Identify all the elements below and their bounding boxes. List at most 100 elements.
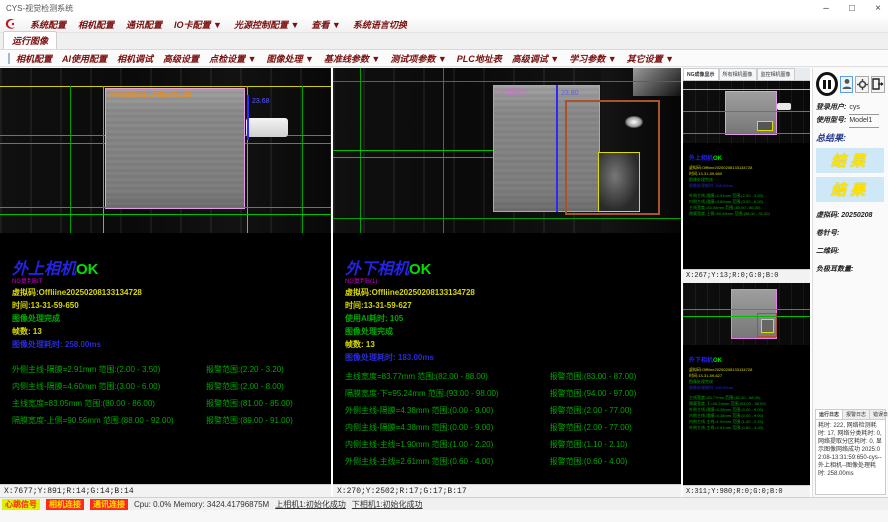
menu-io-card-config[interactable]: IO卡配置 ▼ <box>174 18 222 31</box>
app-logo-icon <box>4 17 18 31</box>
gear-icon <box>857 79 868 90</box>
measure-value: 外侧主线-主线=2.61mm 范围:(0.60 - 4.00) <box>689 425 806 431</box>
thumbnail-image <box>683 283 810 345</box>
maximize-button[interactable]: □ <box>846 3 858 14</box>
settings-button[interactable] <box>855 76 869 93</box>
info-side-panel: 登录用户: cys 使用型号: Model1 总结果: 结果 结果 虚拟码: 2… <box>812 68 888 497</box>
close-button[interactable]: × <box>872 3 884 14</box>
negative-tab-count-label: 负极耳数量: <box>816 264 885 274</box>
result-block-1: 结果 <box>816 148 884 173</box>
overlay-yellow-line <box>0 86 331 87</box>
thumbnail-result-text: 外下相机OK 虚拟码:Offliine20250208133134728 时间:… <box>683 345 810 431</box>
tab-run-image[interactable]: 运行图像 <box>3 31 57 49</box>
tab-all-camera-images[interactable]: 所有相机图像 <box>719 68 757 80</box>
pause-button[interactable] <box>816 72 838 96</box>
overlay-green-hline <box>0 143 105 144</box>
tool-advanced-settings[interactable]: 高级设置 <box>163 52 199 65</box>
lower-camera-status[interactable]: 下相机1:初始化成功 <box>352 499 423 510</box>
overlay-yellow-line <box>683 89 810 90</box>
tab-monitor-camera-images[interactable]: 监控相机图像 <box>757 68 795 80</box>
measurement-row: 内侧主线-隔膜=4.38mm 范围:(0.00 - 9.00)报警范围:(2.0… <box>345 419 675 436</box>
left-camera-image: 23.68 N侧阈值:93, 动态阈值:100 <box>0 68 331 233</box>
virtual-code-line: 虚拟码:Offliine20250208133134728 <box>12 286 321 299</box>
title-bar: CYS-视觉检测系统 – □ × <box>0 0 888 16</box>
measurement-row: 外侧主线-隔膜=2.91mm 范围:(2.00 - 3.50)报警范围:(2.2… <box>12 361 325 378</box>
measurement-row: 外侧主线-隔膜=4.38mm 范围:(0.00 - 9.00)报警范围:(2.0… <box>345 402 675 419</box>
measure-value: 外侧主线-隔膜=2.91mm 范围:(2.00 - 3.50) <box>12 361 206 378</box>
inspected-cell-region <box>105 88 245 209</box>
thumbnail-coordinate-bar: X:267;Y:13;R:0;G:0;B:0 <box>683 269 810 281</box>
user-button[interactable] <box>840 76 854 93</box>
menu-light-control-config[interactable]: 光源控制配置 ▼ <box>234 18 299 31</box>
measure-value: 主线宽度=83.77mm 范围:(82.00 - 88.00) <box>345 368 550 385</box>
model-row: 使用型号: Model1 <box>816 115 885 128</box>
qr-code-label: 二维码: <box>816 246 885 256</box>
ok-status: OK <box>713 358 722 364</box>
tool-test-item-params[interactable]: 测试项参数 ▼ <box>390 52 446 65</box>
alarm-range: 报警范围:(94.00 - 97.00) <box>550 385 675 402</box>
alarm-range: 报警范围:(2.00 - 77.00) <box>550 402 675 419</box>
left-camera-view[interactable]: 23.68 N侧阈值:93, 动态阈值:100 外上相机OK NG复判BIT 虚… <box>0 68 331 497</box>
tool-ai-usage-config[interactable]: AI使用配置 <box>62 52 107 65</box>
measurement-row: 内侧主线-隔膜=4.60mm 范围:(3.00 - 6.00)报警范围:(2.0… <box>12 378 325 395</box>
connector-tab-feature <box>777 103 791 110</box>
menu-comm-config[interactable]: 通讯配置 <box>126 18 162 31</box>
total-result-label: 总结果: <box>816 131 885 144</box>
alarm-range: 报警范围:(83.00 - 87.00) <box>550 368 675 385</box>
exit-button[interactable] <box>871 76 885 93</box>
ng-bit-line: NG复判B(1) <box>345 279 671 286</box>
done-line: 图像处理完成 <box>12 312 321 325</box>
tool-other-settings[interactable]: 其它设置 ▼ <box>627 52 674 65</box>
measure-value-label: 23.80 <box>561 90 579 97</box>
tool-spot-check[interactable]: 点检设置 ▼ <box>209 52 256 65</box>
measure-value: 隔膜宽度-上侧=90.56mm 范围:(88.00 - 92.00) <box>12 412 206 429</box>
left-coordinate-bar: X:7677;Y:891;R:14;G:14;B:14 <box>0 484 331 497</box>
log-tab-alarm[interactable]: 报警日志 <box>843 410 870 419</box>
overlay-green-hline <box>683 316 810 317</box>
ng-bit-line: NG复判BIT <box>12 279 321 286</box>
login-user-label: 登录用户: <box>816 102 846 115</box>
view-tab-row: 运行图像 <box>0 33 888 50</box>
camera-name: 外上相机 <box>12 261 76 278</box>
measurement-row: 隔膜宽度-下=95.24mm 范围:(93.00 - 98.00)报警范围:(9… <box>345 385 675 402</box>
logout-door-icon <box>872 78 884 90</box>
measure-value: 外侧主线-隔膜=4.38mm 范围:(0.00 - 9.00) <box>345 402 550 419</box>
measure-value: 内侧主线-隔膜=4.60mm 范围:(3.00 - 6.00) <box>12 378 206 395</box>
time-line: 时间:13-31-59-650 <box>12 299 321 312</box>
tab-ng-display[interactable]: NG成像显示 <box>683 68 719 80</box>
measure-value: 主线宽度=83.05mm 范围:(80.00 - 86.00) <box>12 395 206 412</box>
log-tabs: 运行日志 报警日志 错误日志 <box>816 410 885 420</box>
thumbnail-top-camera[interactable]: 外上相机OK 虚拟码:Offliine20250208133134728 时间:… <box>683 81 810 281</box>
upper-camera-status[interactable]: 上相机1:初始化成功 <box>275 499 346 510</box>
menu-view[interactable]: 查看 ▼ <box>311 18 340 31</box>
tool-advanced-debug[interactable]: 高级调试 ▼ <box>512 52 559 65</box>
minimize-button[interactable]: – <box>820 3 832 14</box>
elapsed-line: 图像处理耗时: 183.00ms <box>689 385 806 391</box>
log-tab-error[interactable]: 错误日志 <box>870 410 888 419</box>
time-line: 时间:13-31-59-627 <box>345 299 671 312</box>
measure-blue-line <box>247 95 249 140</box>
overlay-green-hline <box>683 111 810 112</box>
tool-baseline-params[interactable]: 基准线参数 ▼ <box>324 52 380 65</box>
tool-camera-config[interactable]: 相机配置 <box>16 52 52 65</box>
menu-language-switch[interactable]: 系统语言切换 <box>353 18 407 31</box>
menu-camera-config[interactable]: 相机配置 <box>78 18 114 31</box>
tool-bar: 相机配置 AI使用配置 相机调试 高级设置 点检设置 ▼ 图像处理 ▼ 基准线参… <box>0 50 888 67</box>
alarm-range: 报警范围:(89.00 - 91.00) <box>206 412 325 429</box>
machinery-bright-wedge <box>633 68 681 96</box>
tool-learning-params[interactable]: 学习参数 ▼ <box>569 52 616 65</box>
tool-camera-debug[interactable]: 相机调试 <box>117 52 153 65</box>
tool-image-processing[interactable]: 图像处理 ▼ <box>266 52 313 65</box>
alarm-range: 报警范围:(1.10 - 2.10) <box>550 436 675 453</box>
overlay-green-hline <box>333 218 681 219</box>
center-result-block: 外下相机OK NG复判B(1) 虚拟码:Offliine202502081331… <box>333 233 681 364</box>
menu-system-config[interactable]: 系统配置 <box>30 18 66 31</box>
pin-number-label: 卷针号: <box>816 228 885 238</box>
thumbnail-bottom-camera[interactable]: 外下相机OK 虚拟码:Offliine20250208133134728 时间:… <box>683 283 810 497</box>
log-tab-run[interactable]: 运行日志 <box>816 410 843 419</box>
center-camera-view[interactable]: AI检测区 23.80 外下相机OK NG复判B(1) 虚拟码:Offliine… <box>333 68 681 497</box>
ok-status: OK <box>76 261 99 278</box>
roi-yellow-box <box>757 121 773 131</box>
control-buttons <box>816 72 885 96</box>
tool-plc-address-table[interactable]: PLC地址表 <box>457 52 502 65</box>
